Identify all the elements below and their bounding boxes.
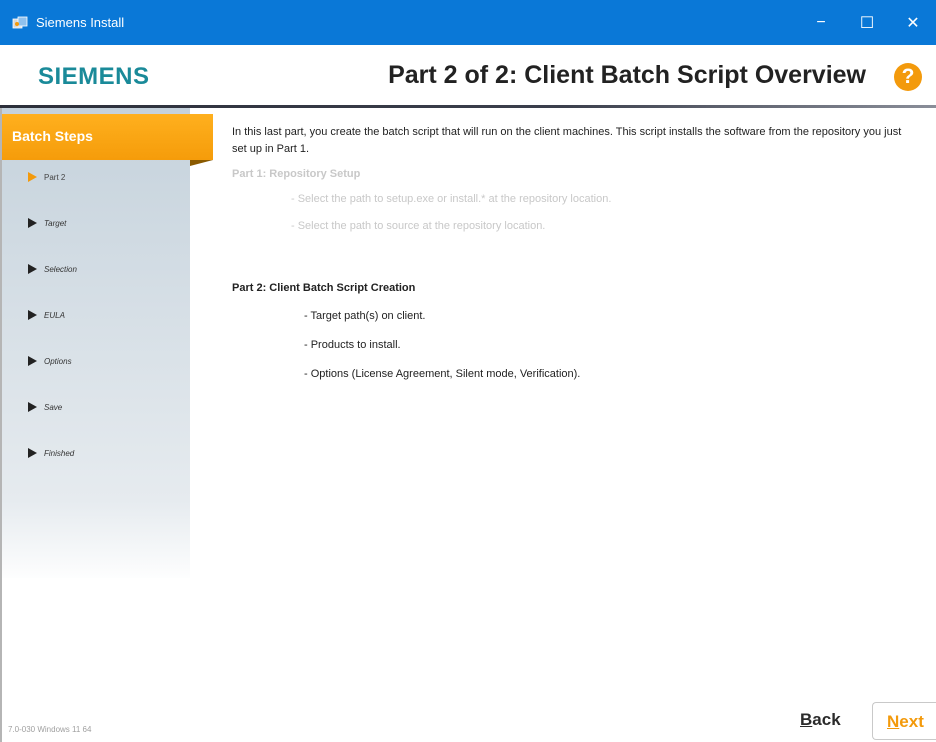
play-arrow-icon (28, 448, 37, 458)
next-mnemonic: N (887, 712, 900, 731)
window-controls: − ☐ ✕ (798, 0, 936, 45)
play-arrow-icon (28, 402, 37, 412)
back-label: ack (812, 710, 841, 729)
back-mnemonic: B (800, 710, 813, 729)
back-button[interactable]: Back (800, 710, 841, 730)
part2-item: - Target path(s) on client. (304, 310, 426, 322)
window-title: Siemens Install (36, 15, 125, 30)
page-title: Part 2 of 2: Client Batch Script Overvie… (388, 61, 866, 89)
step-label: Finished (44, 448, 75, 458)
main-content: In this last part, you create the batch … (232, 124, 912, 380)
step-label: Part 2 (44, 172, 66, 182)
part2-item: - Options (License Agreement, Silent mod… (304, 368, 581, 380)
part1-title: Part 1: Repository Setup (232, 168, 361, 180)
play-arrow-icon (28, 310, 37, 320)
help-icon[interactable]: ? (894, 63, 922, 91)
close-button[interactable]: ✕ (890, 0, 936, 45)
step-label: Save (44, 402, 63, 412)
installer-window: Siemens Install − ☐ ✕ SIEMENS Part 2 of … (0, 0, 936, 742)
step-target[interactable]: Target (2, 200, 190, 246)
step-options[interactable]: Options (2, 338, 190, 384)
step-label: Options (44, 356, 72, 366)
maximize-button[interactable]: ☐ (844, 0, 890, 45)
step-selection[interactable]: Selection (2, 246, 190, 292)
title-bar[interactable]: Siemens Install − ☐ ✕ (0, 0, 936, 45)
batch-steps-heading-fold (190, 160, 213, 166)
batch-steps-sidebar: Batch Steps Part 2 Target Selection EULA (0, 108, 213, 742)
step-label: Target (44, 218, 67, 228)
play-arrow-icon (28, 356, 37, 366)
part2-item: - Products to install. (304, 339, 401, 351)
step-save[interactable]: Save (2, 384, 190, 430)
siemens-logo: SIEMENS (38, 63, 150, 90)
play-arrow-icon (28, 218, 37, 228)
steps-list: Part 2 Target Selection EULA Options Sav… (2, 154, 190, 476)
header: SIEMENS Part 2 of 2: Client Batch Script… (0, 45, 936, 107)
next-label: ext (899, 712, 924, 731)
intro-text: In this last part, you create the batch … (232, 126, 902, 155)
step-part-2[interactable]: Part 2 (2, 154, 190, 200)
next-button[interactable]: Next (872, 702, 936, 740)
minimize-button[interactable]: − (798, 0, 844, 45)
step-finished[interactable]: Finished (2, 430, 190, 476)
play-arrow-icon (28, 172, 37, 182)
batch-steps-heading: Batch Steps (2, 114, 213, 160)
part1-item: - Select the path to setup.exe or instal… (291, 193, 612, 205)
step-label: EULA (44, 310, 65, 320)
step-eula[interactable]: EULA (2, 292, 190, 338)
version-label: 7.0-030 Windows 11 64 (8, 725, 92, 734)
step-label: Selection (44, 264, 77, 274)
part1-item: - Select the path to source at the repos… (291, 220, 546, 232)
installer-app-icon (12, 16, 28, 30)
part2-title: Part 2: Client Batch Script Creation (232, 282, 416, 294)
play-arrow-icon (28, 264, 37, 274)
